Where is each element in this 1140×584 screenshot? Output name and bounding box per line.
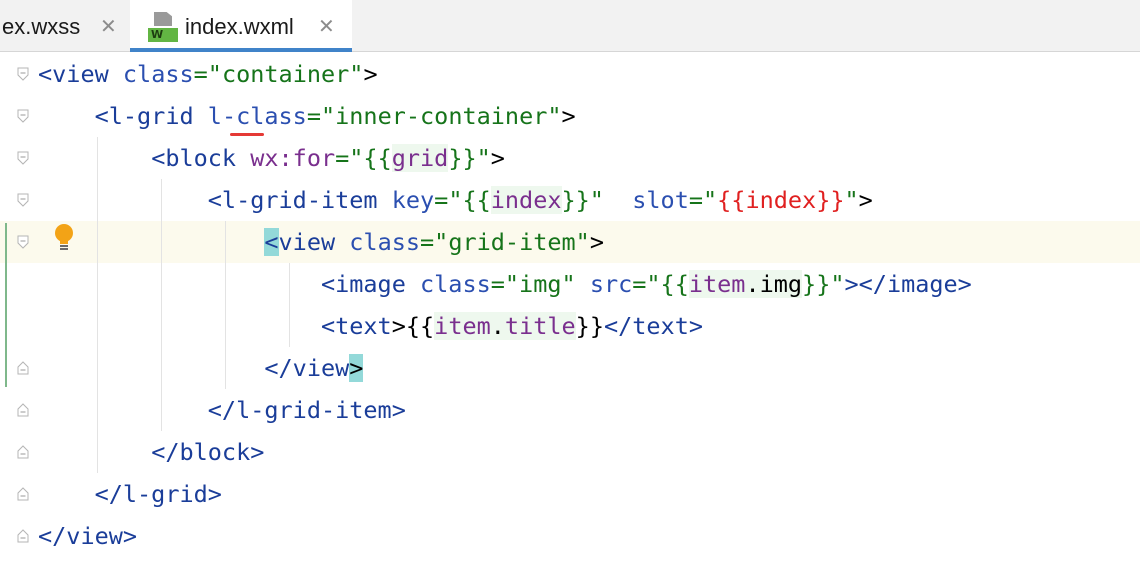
- wxml-file-icon: W: [148, 12, 178, 42]
- code-line-1[interactable]: <view class="container">: [38, 53, 378, 95]
- code-editor[interactable]: <view class="container"> <l-grid l-class…: [0, 53, 1140, 584]
- fold-close-icon[interactable]: [17, 445, 29, 459]
- fold-open-icon[interactable]: [17, 109, 29, 123]
- error-underline: [230, 133, 264, 136]
- code-line-8[interactable]: </view>: [38, 347, 364, 389]
- fold-open-icon[interactable]: [17, 193, 29, 207]
- code-line-11[interactable]: </l-grid>: [38, 473, 222, 515]
- fold-close-icon[interactable]: [17, 529, 29, 543]
- fold-close-icon[interactable]: [17, 403, 29, 417]
- fold-open-icon[interactable]: [17, 151, 29, 165]
- code-line-2[interactable]: <l-grid l-class="inner-container">: [38, 95, 576, 137]
- fold-close-icon[interactable]: [17, 487, 29, 501]
- close-icon[interactable]: ✕: [100, 14, 117, 38]
- code-line-3[interactable]: <block wx:for="{{grid}}">: [38, 137, 505, 179]
- vcs-change-marker[interactable]: [5, 223, 7, 387]
- code-line-5[interactable]: <view class="grid-item">: [38, 221, 604, 263]
- code-line-7[interactable]: <text>{{item.title}}</text>: [38, 305, 703, 347]
- fold-open-icon[interactable]: [17, 67, 29, 81]
- tab-label: ex.wxss: [2, 14, 81, 39]
- code-line-10[interactable]: </block>: [38, 431, 264, 473]
- fold-close-icon[interactable]: [17, 361, 29, 375]
- code-line-9[interactable]: </l-grid-item>: [38, 389, 406, 431]
- editor-tab-bar: ex.wxss ✕ W index.wxml ✕: [0, 0, 1140, 52]
- tab-index-wxml[interactable]: W index.wxml ✕: [130, 0, 352, 52]
- fold-open-icon[interactable]: [17, 235, 29, 249]
- tab-index-wxss[interactable]: ex.wxss ✕: [0, 0, 130, 52]
- tab-label: index.wxml: [185, 14, 294, 39]
- code-line-6[interactable]: <image class="img" src="{{item.img}}"></…: [38, 263, 972, 305]
- close-icon[interactable]: ✕: [318, 14, 335, 38]
- code-line-4[interactable]: <l-grid-item key="{{index}}" slot="{{ind…: [38, 179, 873, 221]
- code-line-12[interactable]: </view>: [38, 515, 137, 557]
